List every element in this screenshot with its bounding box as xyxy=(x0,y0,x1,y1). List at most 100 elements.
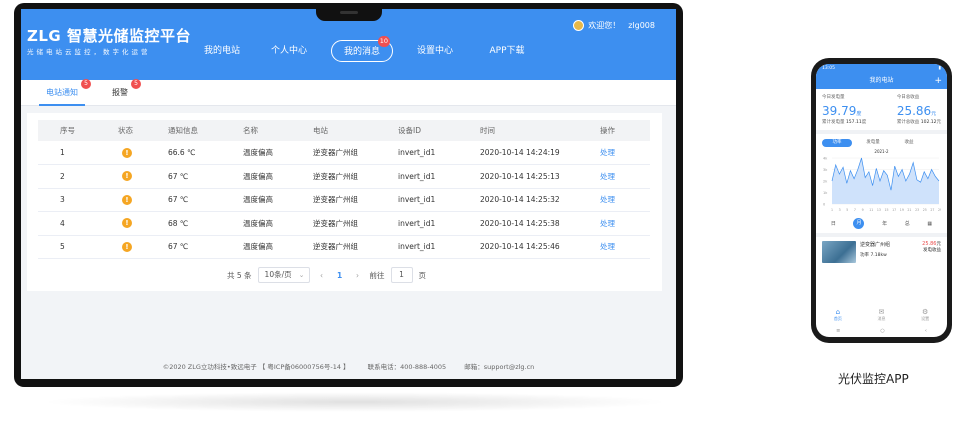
period-day[interactable]: 日 xyxy=(831,220,836,227)
tabbar-settings[interactable]: ⚙ 设置 xyxy=(921,308,929,322)
col-header: 通知信息 xyxy=(168,120,243,141)
phone-tab-power[interactable]: 功率 xyxy=(822,139,852,147)
today-income-unit: 元 xyxy=(931,111,937,117)
monitor-shadow xyxy=(40,392,670,412)
warning-icon: ! xyxy=(122,171,132,182)
phone-title: 我的电站 xyxy=(869,77,894,84)
phone-stats: 今日发电量 39.79度 累计发电量 157.11度 今日总收益 25.86元 … xyxy=(816,89,947,134)
x-tick-label: 11 xyxy=(869,208,873,212)
android-nav-bar: ≡ ○ ‹ xyxy=(816,328,947,334)
tagline: 光储电站云监控，数字化运营 xyxy=(27,48,151,56)
col-header: 序号 xyxy=(38,120,118,141)
period-year[interactable]: 年 xyxy=(882,220,887,227)
avatar[interactable] xyxy=(573,20,585,31)
handle-link[interactable]: 处理 xyxy=(600,141,650,165)
total-energy-unit: 度 xyxy=(861,120,867,125)
next-page-button[interactable]: › xyxy=(352,271,364,280)
handle-link[interactable]: 处理 xyxy=(600,188,650,212)
row-time: 2020-10-14 14:25:38 xyxy=(480,211,600,236)
total-count: 共 5 条 xyxy=(227,270,252,280)
welcome-text: 欢迎您！ xyxy=(588,21,621,30)
tabbar-messages-label: 消息 xyxy=(877,316,886,321)
row-device: invert_id1 xyxy=(398,188,480,212)
total-energy-label: 累计发电量 xyxy=(822,120,845,125)
x-tick-label: 21 xyxy=(907,208,911,212)
station-power-label: 功率 xyxy=(860,253,869,258)
row-status: ! xyxy=(118,188,168,212)
phone-mockup: 13:05 ▮ 我的电站 + 今日发电量 39.79度 累计发电量 157.11… xyxy=(811,58,952,343)
row-device: invert_id1 xyxy=(398,235,480,259)
table-row: 5 ! 67 ℃ 温度偏高 逆变器广州组 invert_id1 2020-10-… xyxy=(38,235,650,259)
handle-link[interactable]: 处理 xyxy=(600,211,650,236)
nav-settings-center[interactable]: 设置中心 xyxy=(399,40,471,62)
phone-tab-income[interactable]: 收益 xyxy=(894,139,924,147)
nav-personal-center[interactable]: 个人中心 xyxy=(253,40,325,62)
x-tick-label: 19 xyxy=(900,208,904,212)
nav-app-download[interactable]: APP下载 xyxy=(471,40,543,62)
message-count-badge: 10 xyxy=(377,36,390,47)
row-time: 2020-10-14 14:25:32 xyxy=(480,188,600,212)
main-nav: 我的电站 个人中心 我的消息 10 设置中心 APP下载 xyxy=(191,36,543,62)
handle-link[interactable]: 处理 xyxy=(600,235,650,259)
calendar-icon[interactable]: ▦ xyxy=(927,221,932,227)
footer: ©2020 ZLG立功科技•致远电子 【 粤ICP备06000756号-14 】… xyxy=(21,361,676,371)
tabbar-messages[interactable]: ✉ 消息 xyxy=(877,308,885,322)
table-row: 3 ! 67 ℃ 温度偏高 逆变器广州组 invert_id1 2020-10-… xyxy=(38,188,650,212)
period-selector: 日 月 年 总 ▦ xyxy=(816,214,947,237)
col-header: 时间 xyxy=(480,120,600,141)
tabbar-home[interactable]: ⌂ 首页 xyxy=(834,308,842,322)
nav-my-messages[interactable]: 我的消息 10 xyxy=(331,36,393,62)
x-tick-label: 7 xyxy=(854,208,856,212)
today-energy-value: 39.79 xyxy=(822,104,857,118)
station-power-unit: kw xyxy=(880,253,887,258)
row-station: 逆变器广州组 xyxy=(313,188,398,212)
station-info: 逆变器广州组 功率 7.18kw xyxy=(860,241,918,263)
tab-station-notice[interactable]: 电站通知 5 xyxy=(39,79,91,106)
nav-back-icon[interactable]: ‹ xyxy=(925,328,927,334)
row-info: 67 ℃ xyxy=(168,164,243,189)
row-no: 5 xyxy=(38,235,118,259)
tab-badge: 5 xyxy=(81,79,91,89)
handle-link[interactable]: 处理 xyxy=(600,164,650,189)
prev-page-button[interactable]: ‹ xyxy=(316,271,328,280)
period-month[interactable]: 月 xyxy=(853,218,865,229)
phone-time: 13:05 xyxy=(822,66,835,71)
table-header-row: 序号 状态 通知信息 名称 电站 设备ID 时间 操作 xyxy=(38,120,650,141)
total-income-label: 累计总收益 xyxy=(896,120,920,125)
page-number-current[interactable]: 1 xyxy=(334,271,346,280)
row-info: 67 ℃ xyxy=(168,235,243,259)
row-name: 温度偏高 xyxy=(243,188,313,212)
station-card[interactable]: 逆变器广州组 功率 7.18kw 25.86元 发电收益 xyxy=(816,237,947,267)
footer-email: 邮箱：support@zlg.cn xyxy=(464,363,535,371)
goto-page-input[interactable]: 1 xyxy=(390,267,413,283)
notice-panel: 序号 状态 通知信息 名称 电站 设备ID 时间 操作 1 ! 66.6 ℃ 温… xyxy=(27,113,662,291)
nav-home-icon[interactable]: ○ xyxy=(880,328,884,334)
row-station: 逆变器广州组 xyxy=(313,235,398,259)
row-status: ! xyxy=(118,235,168,259)
col-header: 设备ID xyxy=(398,120,480,141)
camera-icon xyxy=(340,11,358,14)
row-info: 66.6 ℃ xyxy=(168,141,243,165)
station-name: 逆变器广州组 xyxy=(860,242,891,248)
nav-my-station[interactable]: 我的电站 xyxy=(191,40,253,62)
table-row: 4 ! 68 ℃ 温度偏高 逆变器广州组 invert_id1 2020-10-… xyxy=(38,211,650,236)
tab-alarm[interactable]: 报警 5 xyxy=(105,79,141,106)
add-icon[interactable]: + xyxy=(934,73,942,89)
phone-tab-energy[interactable]: 发电量 xyxy=(858,139,888,147)
total-income-unit: 元 xyxy=(936,120,942,125)
username[interactable]: zlg008 xyxy=(628,21,655,30)
nav-menu-icon[interactable]: ≡ xyxy=(836,328,840,334)
logo[interactable]: ZLG 智慧光储监控平台 xyxy=(27,25,191,46)
x-tick-label: 13 xyxy=(877,208,881,212)
page-size-select[interactable]: 10条/页 ⌄ xyxy=(257,267,310,283)
row-no: 2 xyxy=(38,164,118,189)
row-device: invert_id1 xyxy=(398,141,480,165)
today-income-value: 25.86 xyxy=(896,104,932,118)
goto-label: 前往 xyxy=(369,270,385,280)
table-row: 1 ! 66.6 ℃ 温度偏高 逆变器广州组 invert_id1 2020-1… xyxy=(38,141,650,165)
phone-chart-tabs: 功率 发电量 收益 xyxy=(816,134,947,149)
gear-icon: ⚙ xyxy=(922,308,929,316)
x-tick-label: 1 xyxy=(831,208,833,212)
period-total[interactable]: 总 xyxy=(905,220,910,227)
user-area[interactable]: 欢迎您！ zlg008 xyxy=(573,20,655,31)
